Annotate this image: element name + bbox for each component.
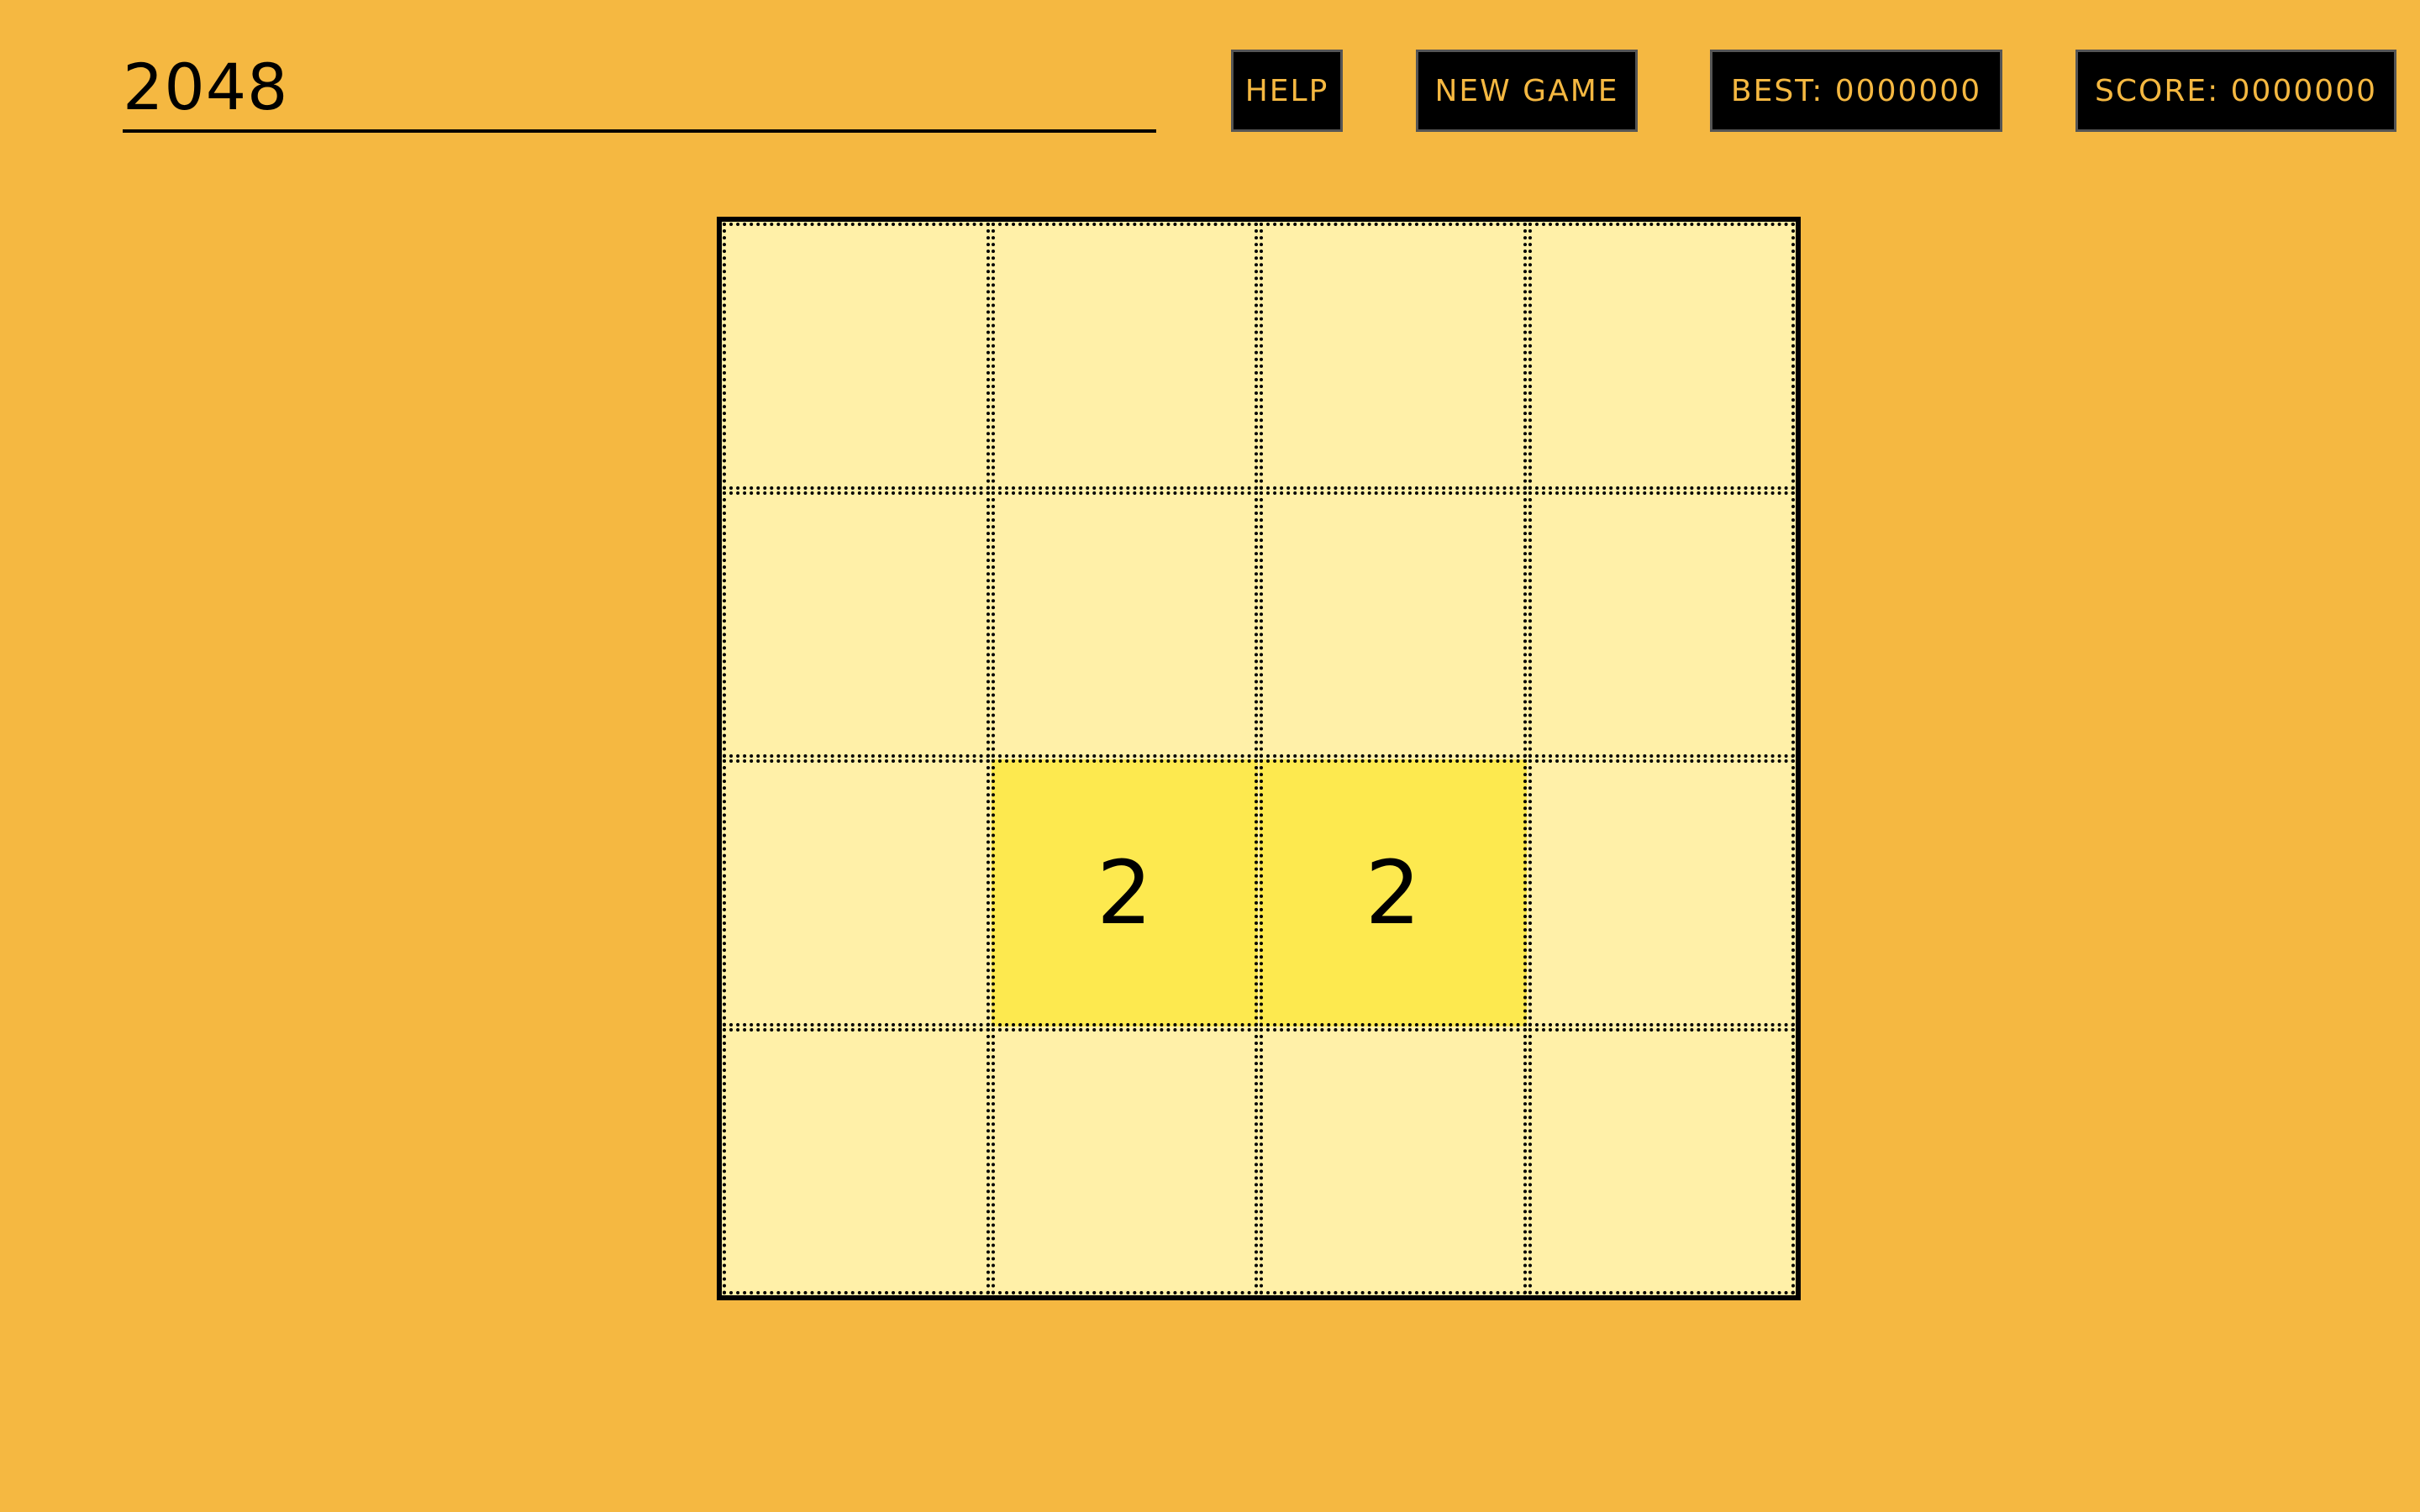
game-page: 2048 HELP NEW GAME BEST: 0000000 SCORE: … [0, 0, 2420, 1512]
board-cell-2-3 [1528, 759, 1795, 1026]
board-cell-1-3 [1528, 491, 1795, 758]
score-display: SCORE: 0000000 [2075, 50, 2396, 132]
board-cell-1-1 [991, 491, 1258, 758]
board-cell-3-3 [1528, 1027, 1795, 1294]
help-button[interactable]: HELP [1231, 50, 1343, 132]
new-game-button[interactable]: NEW GAME [1416, 50, 1638, 132]
board-cell-0-2 [1260, 223, 1527, 490]
board-cell-3-0 [723, 1027, 990, 1294]
board-cell-2-0 [723, 759, 990, 1026]
board-cell-0-1 [991, 223, 1258, 490]
board-cell-0-3 [1528, 223, 1795, 490]
best-score-display: BEST: 0000000 [1710, 50, 2002, 132]
board-cell-1-2 [1260, 491, 1527, 758]
board-cell-3-1 [991, 1027, 1258, 1294]
game-title: 2048 [123, 45, 1156, 133]
game-board[interactable]: 2 2 [717, 217, 1801, 1300]
board-cell-3-2 [1260, 1027, 1527, 1294]
board-cell-0-0 [723, 223, 990, 490]
board-cell-1-0 [723, 491, 990, 758]
board-cell-2-2: 2 [1260, 759, 1527, 1026]
board-cell-2-1: 2 [991, 759, 1258, 1026]
